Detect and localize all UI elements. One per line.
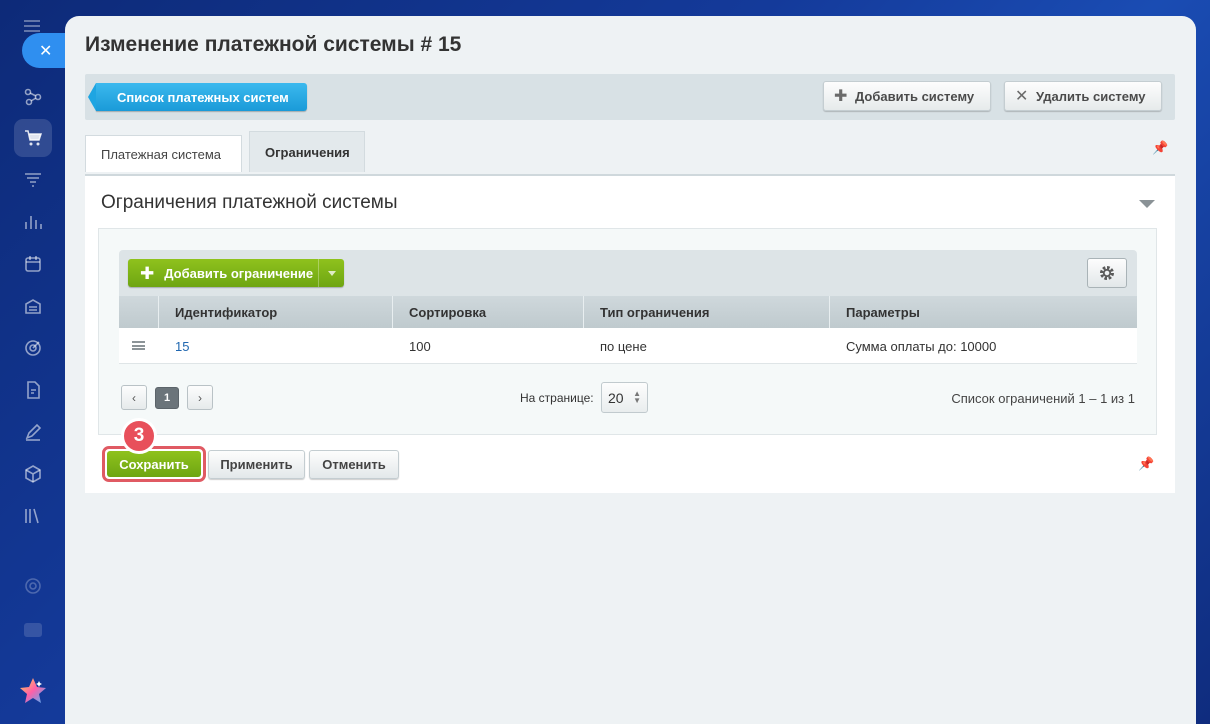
add-system-label: Добавить систему — [855, 88, 975, 104]
main-panel: Изменение платежной системы # 15 Список … — [65, 16, 1196, 724]
share-icon[interactable] — [20, 84, 46, 110]
plus-icon: ✚ — [140, 263, 155, 283]
collapse-arrow-icon[interactable] — [1139, 200, 1155, 208]
table-header: Идентификатор Сортировка Тип ограничения… — [119, 296, 1137, 328]
add-restriction-label: Добавить ограничение — [164, 265, 314, 281]
save-button[interactable]: Сохранить — [107, 451, 201, 477]
per-page-label: На странице: — [520, 391, 594, 405]
cart-icon[interactable] — [14, 119, 52, 157]
add-system-button[interactable]: ✚ Добавить систему — [823, 81, 991, 111]
table-row[interactable]: 15 100 по цене Сумма оплаты до: 10000 — [119, 328, 1137, 364]
context-toolbar: Список платежных систем ✚ Добавить систе… — [85, 74, 1175, 120]
page-title: Изменение платежной системы # 15 — [85, 33, 462, 56]
pin-icon[interactable]: 📌 — [1152, 140, 1168, 156]
box-icon[interactable] — [20, 461, 46, 487]
back-to-list-button[interactable]: Список платежных систем — [88, 83, 307, 111]
gear-icon — [1100, 266, 1114, 280]
bar-chart-icon[interactable] — [20, 209, 46, 235]
per-page-value: 20 — [608, 389, 624, 406]
document-edit-icon[interactable] — [20, 377, 46, 403]
tab-restrictions[interactable]: Ограничения — [249, 131, 365, 172]
restrictions-grid: ✚ Добавить ограничение Идентификатор Сор… — [119, 250, 1137, 364]
left-nav-rail: ✕ — [0, 0, 70, 724]
plus-icon: ✚ — [834, 88, 848, 105]
header-drag-column — [119, 296, 159, 328]
star-icon[interactable] — [18, 676, 48, 706]
close-icon: ✕ — [39, 42, 53, 60]
cell-params: Сумма оплаты до: 10000 — [846, 338, 997, 354]
save-button-highlight: Сохранить — [102, 446, 206, 482]
list-count-text: Список ограничений 1 – 1 из 1 — [951, 391, 1135, 406]
row-menu-icon[interactable] — [132, 341, 145, 350]
prev-page-button[interactable]: ‹ — [121, 385, 147, 410]
hamburger-icon[interactable] — [24, 20, 40, 32]
settings-icon[interactable] — [20, 573, 46, 599]
cell-id[interactable]: 15 — [159, 328, 189, 364]
current-page[interactable]: 1 — [155, 387, 179, 409]
column-header-type[interactable]: Тип ограничения — [584, 296, 830, 328]
per-page-select[interactable]: 20 ▲ ▼ — [601, 382, 648, 413]
delete-system-button[interactable]: ✕ Удалить систему — [1004, 81, 1162, 111]
add-restriction-button[interactable]: ✚ Добавить ограничение — [128, 259, 344, 287]
chat-icon[interactable] — [20, 617, 46, 643]
column-header-params[interactable]: Параметры — [830, 296, 1137, 328]
next-page-button[interactable]: › — [187, 385, 213, 410]
tab-content: Ограничения платежной системы ✚ Добавить… — [85, 174, 1175, 493]
apply-button[interactable]: Применить — [208, 450, 305, 479]
column-header-sort[interactable]: Сортировка — [393, 296, 584, 328]
delete-system-label: Удалить систему — [1036, 88, 1146, 104]
footer-pin-icon[interactable]: 📌 — [1138, 456, 1154, 472]
books-icon[interactable] — [20, 503, 46, 529]
warehouse-icon[interactable] — [20, 293, 46, 319]
funnel-icon[interactable] — [20, 167, 46, 193]
pencil-icon[interactable] — [20, 419, 46, 445]
column-header-id[interactable]: Идентификатор — [159, 296, 393, 328]
calendar-icon[interactable] — [20, 251, 46, 277]
chevron-down-icon[interactable] — [318, 259, 344, 287]
cell-sort: 100 — [409, 338, 431, 354]
tab-payment-system[interactable]: Платежная система — [85, 135, 242, 172]
target-icon[interactable] — [20, 335, 46, 361]
grid-settings-button[interactable] — [1087, 258, 1127, 288]
stepper-arrows-icon: ▲ ▼ — [633, 389, 641, 405]
close-slider-button[interactable]: ✕ — [22, 33, 70, 68]
cross-icon: ✕ — [1015, 88, 1029, 105]
restrictions-grid-container: ✚ Добавить ограничение Идентификатор Сор… — [98, 228, 1157, 435]
step-badge: 3 — [121, 418, 157, 454]
cancel-button[interactable]: Отменить — [309, 450, 399, 479]
cell-type: по цене — [600, 338, 647, 354]
section-title: Ограничения платежной системы — [101, 192, 398, 213]
